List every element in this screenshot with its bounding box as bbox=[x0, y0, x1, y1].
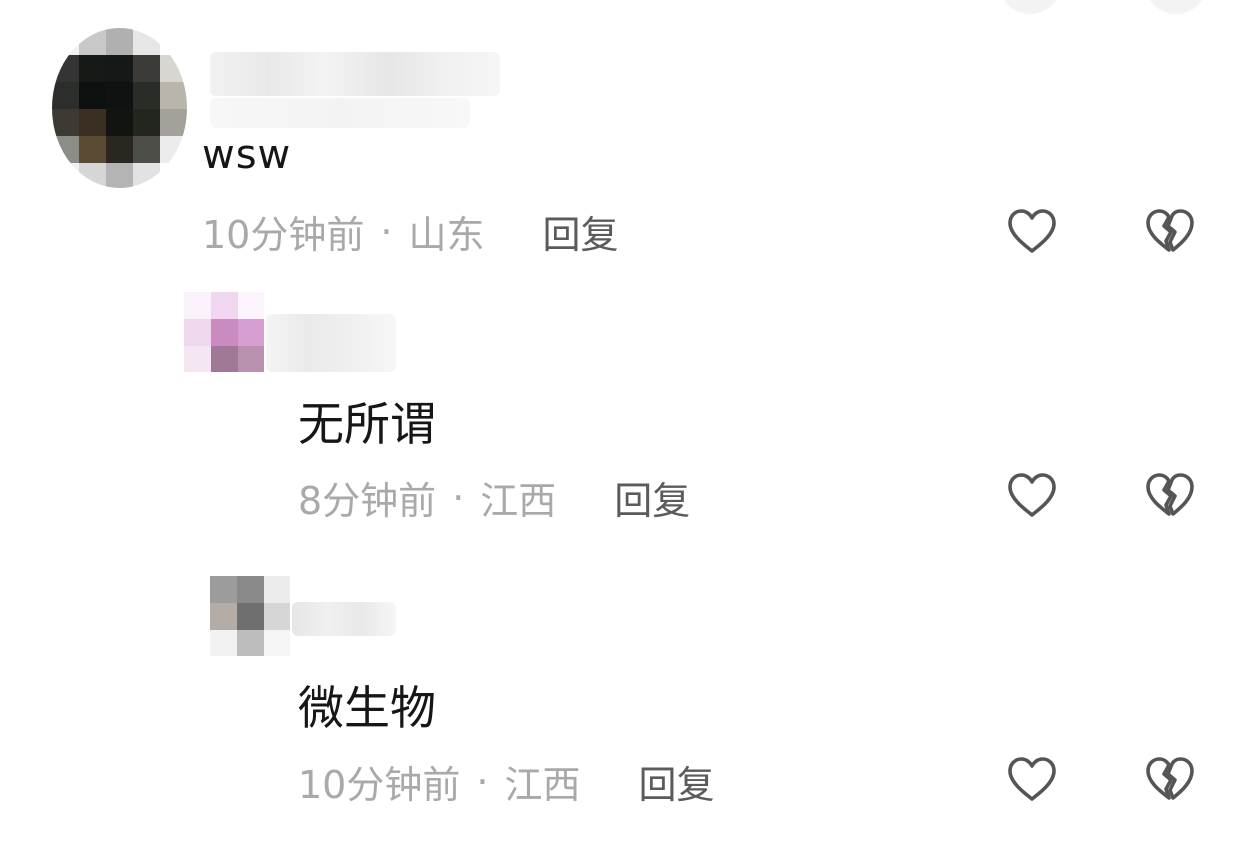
reply-button[interactable]: 回复 bbox=[614, 470, 690, 525]
broken-heart-icon[interactable] bbox=[1142, 204, 1198, 260]
meta-separator: · bbox=[452, 475, 465, 520]
meta-separator: · bbox=[476, 759, 489, 804]
comment-item: 无所谓 8分钟前 · 江西 回复 bbox=[0, 292, 1260, 552]
comment-item: wsw 10分钟前 · 山东 回复 bbox=[0, 28, 1260, 268]
comment-meta: 8分钟前 · 江西 回复 bbox=[298, 470, 690, 525]
comment-time: 10分钟前 bbox=[298, 763, 461, 807]
comment-location: 山东 bbox=[408, 213, 485, 257]
comment-time: 8分钟前 bbox=[298, 479, 437, 523]
heart-outline-icon[interactable] bbox=[1004, 468, 1060, 524]
heart-outline-icon[interactable] bbox=[1004, 752, 1060, 808]
comment-text: 无所谓 bbox=[298, 397, 436, 451]
comment-text: 微生物 bbox=[298, 681, 436, 735]
comment-location: 江西 bbox=[504, 763, 581, 807]
username-blurred[interactable] bbox=[266, 314, 396, 372]
top-action-button-partial[interactable] bbox=[1146, 0, 1206, 14]
comment-location: 江西 bbox=[480, 479, 557, 523]
comment-item: 微生物 10分钟前 · 江西 回复 bbox=[0, 576, 1260, 846]
meta-separator: · bbox=[380, 209, 393, 254]
comment-text: wsw bbox=[202, 132, 292, 178]
top-action-button-partial[interactable] bbox=[1000, 0, 1060, 14]
username-blurred[interactable] bbox=[292, 602, 396, 636]
comment-meta: 10分钟前 · 江西 回复 bbox=[298, 754, 714, 809]
reply-button[interactable]: 回复 bbox=[638, 754, 714, 809]
avatar[interactable] bbox=[184, 292, 264, 372]
comment-time: 10分钟前 bbox=[202, 213, 365, 257]
avatar[interactable] bbox=[210, 576, 290, 656]
reply-button[interactable]: 回复 bbox=[542, 204, 618, 259]
avatar[interactable] bbox=[52, 28, 187, 188]
username-blurred-shadow bbox=[210, 98, 470, 128]
broken-heart-icon[interactable] bbox=[1142, 752, 1198, 808]
comment-meta: 10分钟前 · 山东 回复 bbox=[202, 204, 618, 259]
broken-heart-icon[interactable] bbox=[1142, 468, 1198, 524]
heart-outline-icon[interactable] bbox=[1004, 204, 1060, 260]
comments-screen: wsw 10分钟前 · 山东 回复 无所谓 8分钟前 · 江西 回复 微生物 1… bbox=[0, 0, 1260, 864]
username-blurred[interactable] bbox=[210, 52, 500, 96]
